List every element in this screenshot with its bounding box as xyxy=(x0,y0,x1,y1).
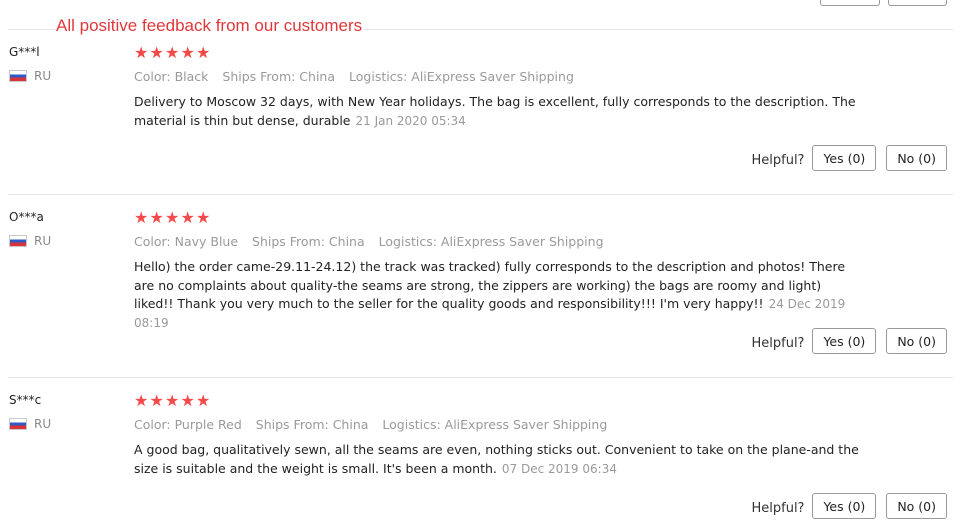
review-date: 21 Jan 2020 05:34 xyxy=(355,113,466,128)
review-body: ★★★★★ Color: Navy Blue Ships From: China… xyxy=(134,209,864,332)
previous-yes-button[interactable] xyxy=(820,0,880,6)
country-code: RU xyxy=(34,234,52,248)
helpful-no-button[interactable]: No (0) xyxy=(886,145,947,171)
reviewer-country: RU xyxy=(9,234,119,248)
reviewer-info: O***a RU xyxy=(9,209,119,248)
review-text-body: Delivery to Moscow 32 days, with New Yea… xyxy=(134,94,856,128)
logistics: Logistics: AliExpress Saver Shipping xyxy=(382,417,608,432)
ships-from: Ships From: China xyxy=(222,69,336,84)
star-icon: ★ xyxy=(149,43,165,62)
reviewer-info: S***c RU xyxy=(9,392,119,431)
positive-feedback-headline: All positive feedback from our customers xyxy=(56,16,365,36)
review-body: ★★★★★ Color: Black Ships From: China Log… xyxy=(134,44,864,130)
russia-flag-icon xyxy=(9,70,27,82)
star-icon: ★ xyxy=(134,208,150,227)
helpful-yes-button[interactable]: Yes (0) xyxy=(812,493,877,519)
logistics: Logistics: AliExpress Saver Shipping xyxy=(378,234,604,249)
star-icon: ★ xyxy=(134,43,150,62)
review-text: A good bag, qualitatively sewn, all the … xyxy=(134,441,864,478)
reviewer-country: RU xyxy=(9,417,119,431)
star-icon: ★ xyxy=(196,208,212,227)
helpful-controls: Helpful? Yes (0) No (0) xyxy=(751,493,947,519)
reviewer-name: G***l xyxy=(9,45,40,59)
product-color: Color: Black xyxy=(134,69,209,84)
helpful-no-button[interactable]: No (0) xyxy=(886,493,947,519)
country-code: RU xyxy=(34,69,52,83)
product-color: Color: Purple Red xyxy=(134,417,242,432)
review-meta: Color: Black Ships From: China Logistics… xyxy=(134,69,864,85)
review-text: Delivery to Moscow 32 days, with New Yea… xyxy=(134,93,864,130)
star-icon: ★ xyxy=(149,391,165,410)
review-body: ★★★★★ Color: Purple Red Ships From: Chin… xyxy=(134,392,864,478)
star-icon: ★ xyxy=(165,391,181,410)
star-icon: ★ xyxy=(165,208,181,227)
review-date: 07 Dec 2019 06:34 xyxy=(501,461,617,476)
helpful-label: Helpful? xyxy=(751,500,805,516)
divider xyxy=(8,194,953,195)
country-code: RU xyxy=(34,417,52,431)
previous-no-button[interactable] xyxy=(888,0,947,6)
helpful-controls: Helpful? Yes (0) No (0) xyxy=(751,145,947,171)
reviewer-name: O***a xyxy=(9,210,44,224)
russia-flag-icon xyxy=(9,235,27,247)
reviewer-info: G***l RU xyxy=(9,44,119,83)
reviewer-name: S***c xyxy=(9,393,42,407)
divider xyxy=(8,377,953,378)
reviewer-country: RU xyxy=(9,69,119,83)
helpful-label: Helpful? xyxy=(751,335,805,351)
star-icon: ★ xyxy=(180,43,196,62)
product-color: Color: Navy Blue xyxy=(134,234,239,249)
helpful-label: Helpful? xyxy=(751,152,805,168)
helpful-controls: Helpful? Yes (0) No (0) xyxy=(751,328,947,354)
review-text-body: Hello) the order came-29.11-24.12) the t… xyxy=(134,259,846,311)
star-rating: ★★★★★ xyxy=(134,392,864,410)
star-rating: ★★★★★ xyxy=(134,44,864,62)
review-meta: Color: Purple Red Ships From: China Logi… xyxy=(134,417,864,433)
star-icon: ★ xyxy=(134,391,150,410)
ships-from: Ships From: China xyxy=(252,234,365,249)
russia-flag-icon xyxy=(9,418,27,430)
feedback-page: All positive feedback from our customers… xyxy=(0,0,977,530)
helpful-no-button[interactable]: No (0) xyxy=(886,328,947,354)
helpful-yes-button[interactable]: Yes (0) xyxy=(812,145,877,171)
star-icon: ★ xyxy=(149,208,165,227)
star-icon: ★ xyxy=(196,391,212,410)
star-icon: ★ xyxy=(196,43,212,62)
star-icon: ★ xyxy=(180,208,196,227)
helpful-yes-button[interactable]: Yes (0) xyxy=(812,328,877,354)
star-icon: ★ xyxy=(165,43,181,62)
review-text-body: A good bag, qualitatively sewn, all the … xyxy=(134,442,859,476)
logistics: Logistics: AliExpress Saver Shipping xyxy=(349,69,574,84)
ships-from: Ships From: China xyxy=(255,417,369,432)
review-meta: Color: Navy Blue Ships From: China Logis… xyxy=(134,234,864,250)
review-text: Hello) the order came-29.11-24.12) the t… xyxy=(134,258,864,332)
star-icon: ★ xyxy=(180,391,196,410)
previous-review-helpful-clipped xyxy=(0,0,977,6)
star-rating: ★★★★★ xyxy=(134,209,864,227)
